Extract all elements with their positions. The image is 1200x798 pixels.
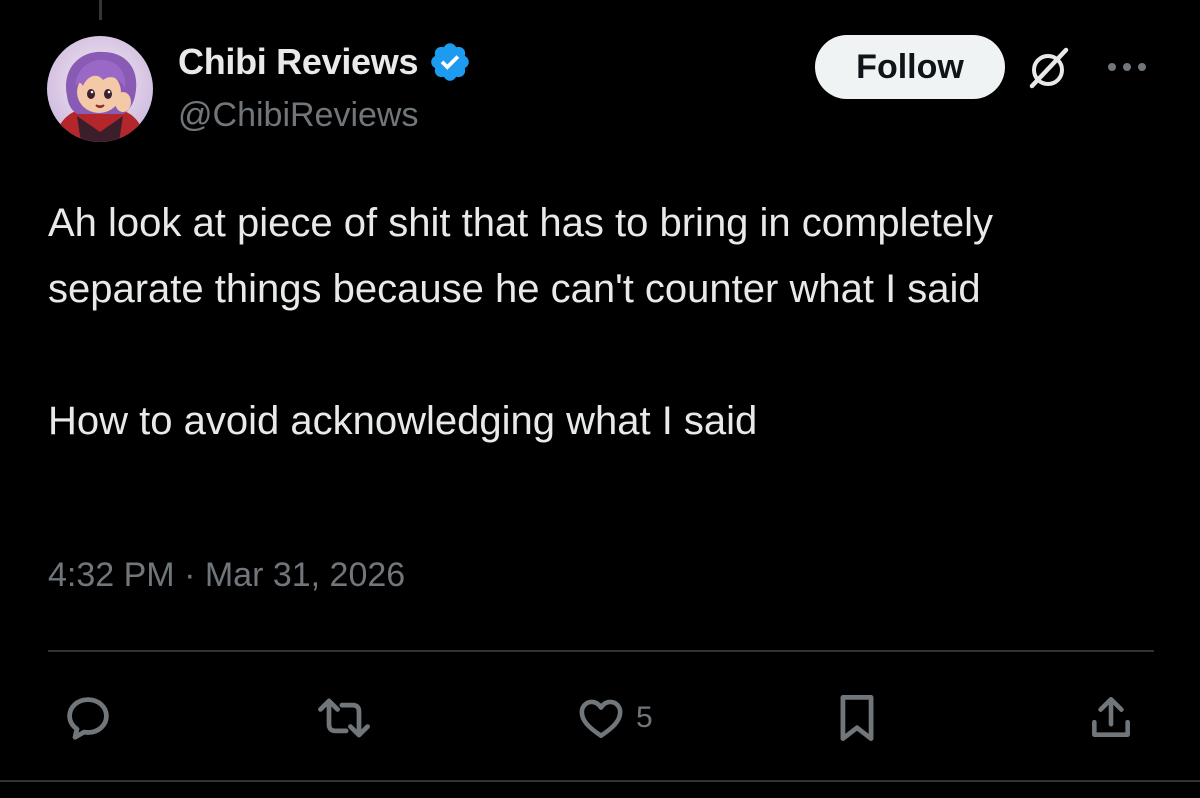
follow-button[interactable]: Follow xyxy=(815,35,1005,99)
display-name[interactable]: Chibi Reviews xyxy=(178,41,418,83)
thread-connector-line xyxy=(99,0,102,20)
tweet-text: Ah look at piece of shit that has to bri… xyxy=(48,201,993,443)
like-count: 5 xyxy=(636,701,653,734)
share-icon xyxy=(1092,696,1130,737)
avatar[interactable] xyxy=(47,36,153,142)
avatar-image xyxy=(47,36,153,142)
retweet-button[interactable] xyxy=(314,692,374,744)
author-name-row[interactable]: Chibi Reviews xyxy=(178,40,472,84)
like-button[interactable]: 5 xyxy=(576,692,653,744)
verified-badge-icon xyxy=(428,40,472,84)
bookmark-button[interactable] xyxy=(834,692,880,744)
grok-slash-icon[interactable] xyxy=(1024,44,1072,92)
more-horizontal-icon[interactable] xyxy=(1104,52,1150,82)
tweet-timestamp[interactable]: 4:32 PM · Mar 31, 2026 xyxy=(48,556,405,595)
share-button[interactable] xyxy=(1086,692,1136,744)
heart-icon xyxy=(579,699,623,738)
bottom-divider xyxy=(0,780,1200,782)
reply-button[interactable] xyxy=(62,692,114,744)
retweet-icon xyxy=(318,698,370,738)
bookmark-icon xyxy=(840,695,874,741)
reply-icon xyxy=(67,697,109,740)
author-handle[interactable]: @ChibiReviews xyxy=(178,96,418,135)
divider xyxy=(48,650,1154,652)
